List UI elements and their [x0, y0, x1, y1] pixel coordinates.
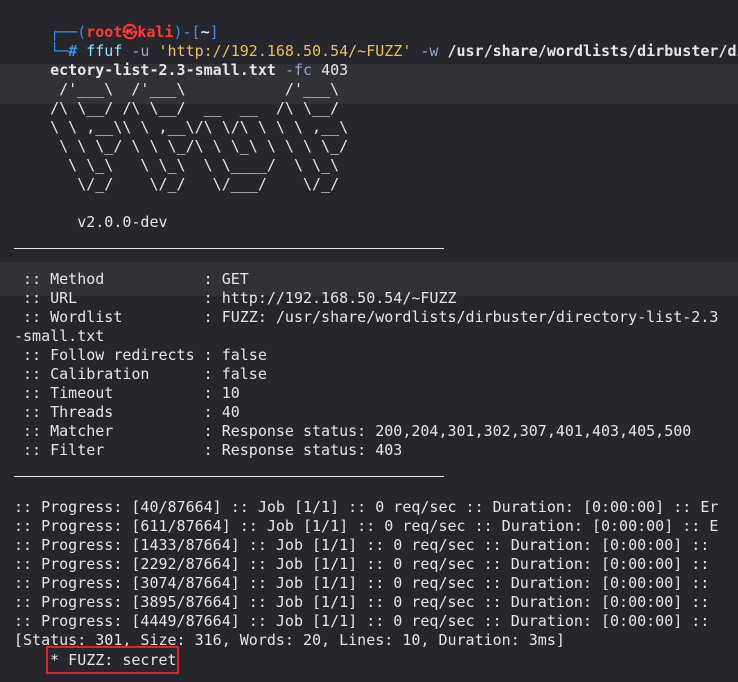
- progress-line: :: Progress: [3074/87664] :: Job [1/1] :…: [14, 574, 710, 592]
- command-line-wrap[interactable]: ectory-list-2.3-small.txt -fc 403: [14, 42, 348, 79]
- highlight-box: [46, 646, 179, 674]
- ascii-banner-line: /\ \__/ /\ \__/ __ __ /\ \__/: [14, 99, 340, 117]
- config-line: :: Threads : 40: [14, 403, 240, 421]
- ascii-banner-line: \/_/ \/_/ \/___/ \/_/: [14, 175, 340, 193]
- config-line: :: Follow redirects : false: [14, 346, 267, 364]
- separator-line: [14, 476, 444, 477]
- command-flag: -w: [420, 42, 439, 60]
- config-line: :: Matcher : Response status: 200,204,30…: [14, 422, 692, 440]
- config-line: :: Wordlist : FUZZ: /usr/share/wordlists…: [14, 308, 719, 326]
- progress-line: :: Progress: [1433/87664] :: Job [1/1] :…: [14, 536, 710, 554]
- command-wordlist: /usr/share/wordlists/dirbuster/dir: [447, 42, 738, 60]
- progress-line: :: Progress: [2292/87664] :: Job [1/1] :…: [14, 555, 710, 573]
- command-fc-value: 403: [321, 61, 349, 79]
- ascii-banner-line: /'___\ /'___\ /'___\: [14, 80, 340, 98]
- version-text: v2.0.0-dev: [14, 213, 168, 231]
- terminal-window[interactable]: ┌──(root㉿kali)-[~] └─# ffuf -u 'http://1…: [0, 0, 738, 682]
- config-line: :: URL : http://192.168.50.54/~FUZZ: [14, 289, 457, 307]
- progress-line: :: Progress: [40/87664] :: Job [1/1] :: …: [14, 498, 719, 516]
- progress-line: :: Progress: [611/87664] :: Job [1/1] ::…: [14, 517, 719, 535]
- progress-line: :: Progress: [3895/87664] :: Job [1/1] :…: [14, 593, 710, 611]
- ascii-banner-line: \ \ \_/ \ \ \_/\ \ \_\ \ \ \ \_/: [14, 137, 349, 155]
- separator-line: [14, 248, 444, 249]
- config-line: -small.txt: [14, 327, 105, 345]
- ascii-banner-line: \ \_\ \ \_\ \ \____/ \ \_\: [14, 156, 340, 174]
- config-line: :: Calibration : false: [14, 365, 267, 383]
- config-line: :: Timeout : 10: [14, 384, 240, 402]
- config-line: :: Method : GET: [14, 270, 249, 288]
- command-line[interactable]: └─# ffuf -u 'http://192.168.50.54/~FUZZ'…: [14, 23, 738, 60]
- command-wordlist: ectory-list-2.3-small.txt: [50, 61, 276, 79]
- ascii-banner-line: \ \ ,__\\ \ ,__\/\ \/\ \ \ \ ,__\: [14, 118, 349, 136]
- config-line: :: Filter : Response status: 403: [14, 441, 403, 459]
- prompt-line: ┌──(root㉿kali)-[~]: [14, 4, 219, 41]
- command-flag: -fc: [284, 61, 313, 79]
- progress-line: :: Progress: [4449/87664] :: Job [1/1] :…: [14, 612, 710, 630]
